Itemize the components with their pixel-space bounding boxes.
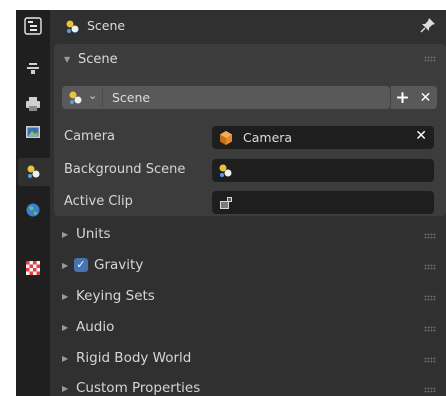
background-scene-label: Background Scene: [64, 162, 186, 177]
camera-object-icon: [220, 131, 232, 145]
active-clip-label: Active Clip: [64, 194, 133, 209]
drag-handle-icon[interactable]: [424, 264, 436, 270]
rigid-body-world-panel[interactable]: ▶ Rigid Body World: [52, 344, 446, 375]
panel-title: Gravity: [94, 257, 144, 273]
expand-icon: ▶: [62, 323, 69, 332]
panel-title: Custom Properties: [76, 380, 201, 396]
tab-output[interactable]: [16, 90, 50, 118]
new-scene-button[interactable]: +: [390, 86, 414, 109]
chevron-down-icon: ⌄: [88, 89, 98, 102]
breadcrumb: Scene: [87, 18, 126, 33]
drag-handle-icon[interactable]: [424, 326, 436, 332]
movie-clip-icon: [220, 197, 232, 209]
active-clip-field[interactable]: [212, 191, 434, 214]
scene-name-field[interactable]: Scene: [112, 90, 150, 105]
pin-icon[interactable]: [420, 17, 436, 33]
tab-world[interactable]: [16, 196, 50, 224]
panel-collapse-icon[interactable]: ▼: [64, 55, 70, 64]
drag-handle-icon[interactable]: [424, 233, 436, 239]
printer-icon: [26, 97, 40, 111]
scene-icon: [27, 165, 40, 178]
scene-panel: ▼ Scene ⌄ Scene + ✕ Camera Camera ✕ Back…: [54, 44, 446, 216]
properties-editor: Scene ▼ Scene ⌄ Scene + ✕ Camera Camera …: [16, 10, 446, 396]
delete-scene-button[interactable]: ✕: [414, 86, 437, 109]
expand-icon: ▶: [62, 384, 69, 393]
camera-value: Camera: [243, 130, 293, 145]
scene-selector[interactable]: ⌄ Scene: [62, 86, 390, 109]
clear-camera-button[interactable]: ✕: [415, 128, 427, 144]
tool-icon: [27, 63, 39, 74]
panel-title: Keying Sets: [76, 288, 155, 304]
drag-handle-icon[interactable]: [424, 387, 436, 393]
audio-panel[interactable]: ▶ Audio: [52, 313, 446, 344]
tab-scene[interactable]: [18, 158, 50, 186]
expand-icon: ▶: [62, 292, 69, 301]
divider: [102, 89, 103, 106]
camera-label: Camera: [64, 129, 116, 144]
units-panel[interactable]: ▶ Units: [52, 220, 446, 251]
gravity-panel[interactable]: ▶ ✓ Gravity: [52, 251, 446, 282]
drag-handle-icon[interactable]: [424, 357, 436, 363]
panel-title: Units: [76, 226, 111, 242]
expand-icon: ▶: [62, 261, 69, 270]
custom-properties-panel[interactable]: ▶ Custom Properties: [52, 374, 446, 396]
image-icon: [26, 126, 40, 138]
panel-title[interactable]: Scene: [78, 52, 118, 67]
checker-icon: [26, 261, 40, 275]
editor-type-icon: [24, 17, 42, 35]
tab-tool[interactable]: [16, 54, 50, 82]
editor-type-button[interactable]: [16, 12, 50, 40]
scene-icon: [66, 20, 79, 33]
tab-texture[interactable]: [16, 254, 50, 282]
properties-tab-bar: [16, 10, 50, 396]
scene-icon: [69, 91, 82, 104]
panel-title: Rigid Body World: [76, 350, 192, 366]
background-scene-field[interactable]: [212, 159, 434, 182]
drag-handle-icon[interactable]: [424, 295, 436, 301]
panel-title: Audio: [76, 319, 115, 335]
world-icon: [26, 203, 40, 217]
gravity-checkbox[interactable]: ✓: [74, 258, 88, 272]
tab-view-layer[interactable]: [16, 118, 50, 146]
properties-header: Scene: [52, 10, 446, 42]
expand-icon: ▶: [62, 354, 69, 363]
drag-handle-icon[interactable]: [424, 56, 436, 62]
expand-icon: ▶: [62, 230, 69, 239]
camera-field[interactable]: Camera ✕: [212, 126, 434, 149]
scene-icon: [219, 164, 232, 177]
properties-content: Scene ▼ Scene ⌄ Scene + ✕ Camera Camera …: [52, 10, 446, 396]
keying-sets-panel[interactable]: ▶ Keying Sets: [52, 282, 446, 313]
